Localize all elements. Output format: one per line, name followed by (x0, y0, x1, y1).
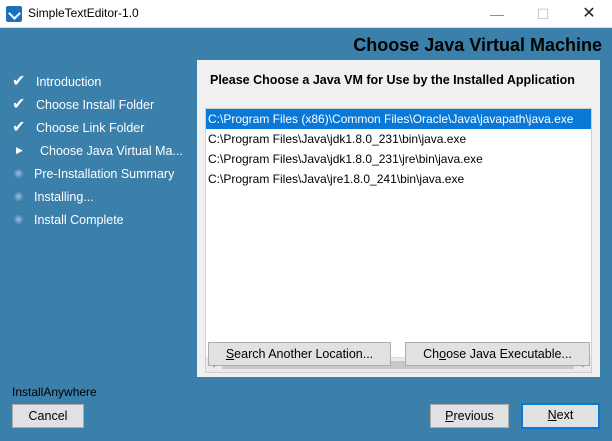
steps-list: ✔ Introduction ✔ Choose Install Folder ✔ Ch… (12, 70, 192, 231)
arrow-right-icon: ▶ (16, 145, 23, 155)
list-item[interactable]: C:\Program Files (x86)\Common Files\Orac… (206, 109, 591, 129)
close-button[interactable]: ✕ (566, 0, 612, 28)
page-title: Choose Java Virtual Machine (353, 35, 602, 55)
step-item: ✔ Introduction (12, 70, 192, 93)
list-item[interactable]: C:\Program Files\Java\jdk1.8.0_231\bin\j… (206, 129, 591, 149)
search-another-location-button[interactable]: Search Another Location... (208, 342, 391, 366)
window-title: SimpleTextEditor-1.0 (28, 6, 139, 20)
step-label: Choose Link Folder (36, 120, 145, 135)
step-item: Installing... (12, 185, 192, 208)
maximize-button[interactable]: ☐ (520, 0, 566, 28)
step-item: Pre-Installation Summary (12, 162, 192, 185)
bullet-icon (14, 169, 23, 178)
minimize-button[interactable]: — (474, 0, 520, 28)
choose-java-executable-button[interactable]: Choose Java Executable... (405, 342, 590, 366)
jvm-listbox[interactable]: C:\Program Files (x86)\Common Files\Orac… (205, 108, 592, 373)
step-item: Install Complete (12, 208, 192, 231)
header-bar: Choose Java Virtual Machine (0, 28, 612, 60)
step-item-current: ▶ Choose Java Virtual Ma... (12, 139, 192, 162)
checkmark-icon: ✔ (12, 118, 26, 136)
step-label: Choose Install Folder (36, 97, 155, 112)
list-item[interactable]: C:\Program Files\Java\jdk1.8.0_231\jre\b… (206, 149, 591, 169)
checkmark-icon: ✔ (12, 95, 26, 113)
step-label: Install Complete (34, 212, 124, 227)
list-item[interactable]: C:\Program Files\Java\jre1.8.0_241\bin\j… (206, 169, 591, 189)
step-item: ✔ Choose Link Folder (12, 116, 192, 139)
step-item: ✔ Choose Install Folder (12, 93, 192, 116)
previous-button[interactable]: Previous (430, 404, 509, 428)
bullet-icon (14, 192, 23, 201)
next-button[interactable]: Next (521, 403, 600, 429)
step-label: Pre-Installation Summary (34, 166, 175, 181)
step-label: Choose Java Virtual Ma... (40, 143, 183, 158)
app-icon (6, 6, 22, 22)
bullet-icon (14, 215, 23, 224)
window-titlebar: SimpleTextEditor-1.0 — ☐ ✕ (0, 0, 612, 28)
step-label: Introduction (36, 74, 102, 89)
checkmark-icon: ✔ (12, 72, 26, 90)
content-panel: Please Choose a Java VM for Use by the I… (197, 60, 600, 377)
step-label: Installing... (34, 189, 94, 204)
jvm-question: Please Choose a Java VM for Use by the I… (210, 73, 575, 87)
vendor-label: InstallAnywhere (12, 385, 97, 399)
cancel-button[interactable]: Cancel (12, 404, 84, 428)
